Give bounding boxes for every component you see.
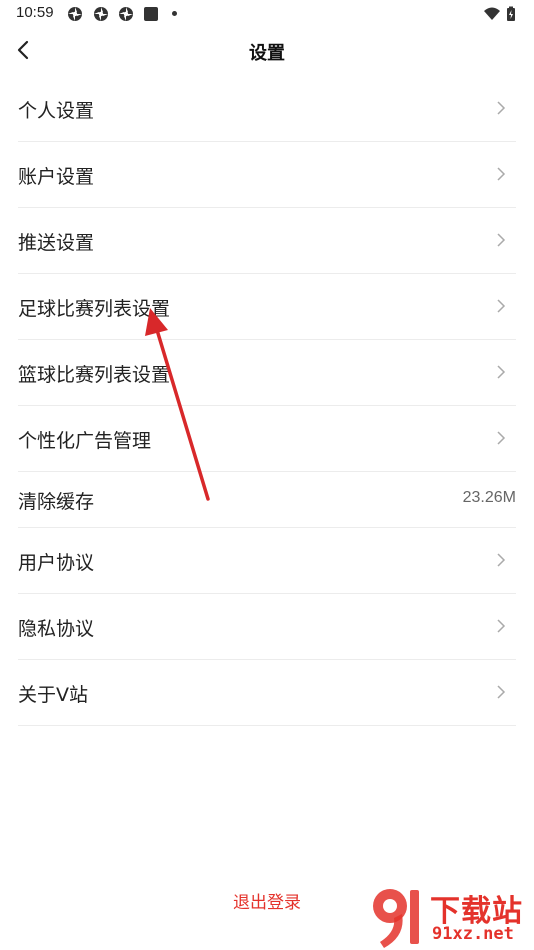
settings-item-push[interactable]: 推送设置 xyxy=(18,208,516,274)
notification-dot xyxy=(172,11,177,16)
settings-item-personal[interactable]: 个人设置 xyxy=(18,76,516,142)
pinwheel-icon xyxy=(68,7,82,21)
settings-item-label: 篮球比赛列表设置 xyxy=(18,364,171,386)
chevron-right-icon xyxy=(497,365,506,379)
pinwheel-icon xyxy=(119,7,133,21)
settings-item-basketball-list[interactable]: 篮球比赛列表设置 xyxy=(18,340,516,406)
pinwheel-icon xyxy=(94,7,108,21)
page-title: 设置 xyxy=(249,43,285,64)
status-time: 10:59 xyxy=(16,4,54,21)
app-square-icon xyxy=(144,7,158,21)
settings-item-account[interactable]: 账户设置 xyxy=(18,142,516,208)
wifi-icon xyxy=(484,7,500,20)
settings-item-label: 足球比赛列表设置 xyxy=(18,298,171,320)
settings-item-label: 个性化广告管理 xyxy=(18,430,152,452)
settings-item-label: 用户协议 xyxy=(18,552,95,574)
chevron-right-icon xyxy=(497,233,506,247)
chevron-right-icon xyxy=(497,431,506,445)
watermark-logo: 下载站 91xz.net xyxy=(366,884,534,950)
settings-item-about[interactable]: 关于V站 xyxy=(18,660,516,726)
chevron-right-icon xyxy=(497,167,506,181)
chevron-right-icon xyxy=(497,101,506,115)
site-logo-icon xyxy=(373,889,419,948)
chevron-right-icon xyxy=(497,553,506,567)
settings-item-label: 关于V站 xyxy=(18,684,88,706)
status-bar: 10:59 xyxy=(0,0,534,28)
settings-item-ad-personalization[interactable]: 个性化广告管理 xyxy=(18,406,516,472)
chevron-right-icon xyxy=(497,299,506,313)
title-bar: 设置 xyxy=(0,28,534,74)
settings-item-label: 清除缓存 xyxy=(18,491,95,513)
settings-item-football-list[interactable]: 足球比赛列表设置 xyxy=(18,274,516,340)
watermark-url: 91xz.net xyxy=(432,924,514,944)
chevron-right-icon xyxy=(497,685,506,699)
settings-item-clear-cache[interactable]: 清除缓存 23.26M xyxy=(18,472,516,528)
settings-item-user-agreement[interactable]: 用户协议 xyxy=(18,528,516,594)
battery-icon xyxy=(507,6,515,21)
settings-item-label: 隐私协议 xyxy=(18,618,95,640)
settings-item-label: 个人设置 xyxy=(18,100,95,122)
chevron-right-icon xyxy=(497,619,506,633)
settings-item-privacy-agreement[interactable]: 隐私协议 xyxy=(18,594,516,660)
settings-item-label: 账户设置 xyxy=(18,166,95,188)
settings-list: 个人设置 账户设置 推送设置 足球比赛列表设置 篮球比赛列表设置 个性化广告管理… xyxy=(18,76,516,726)
cache-size-value: 23.26M xyxy=(462,489,516,506)
settings-item-label: 推送设置 xyxy=(18,232,95,254)
